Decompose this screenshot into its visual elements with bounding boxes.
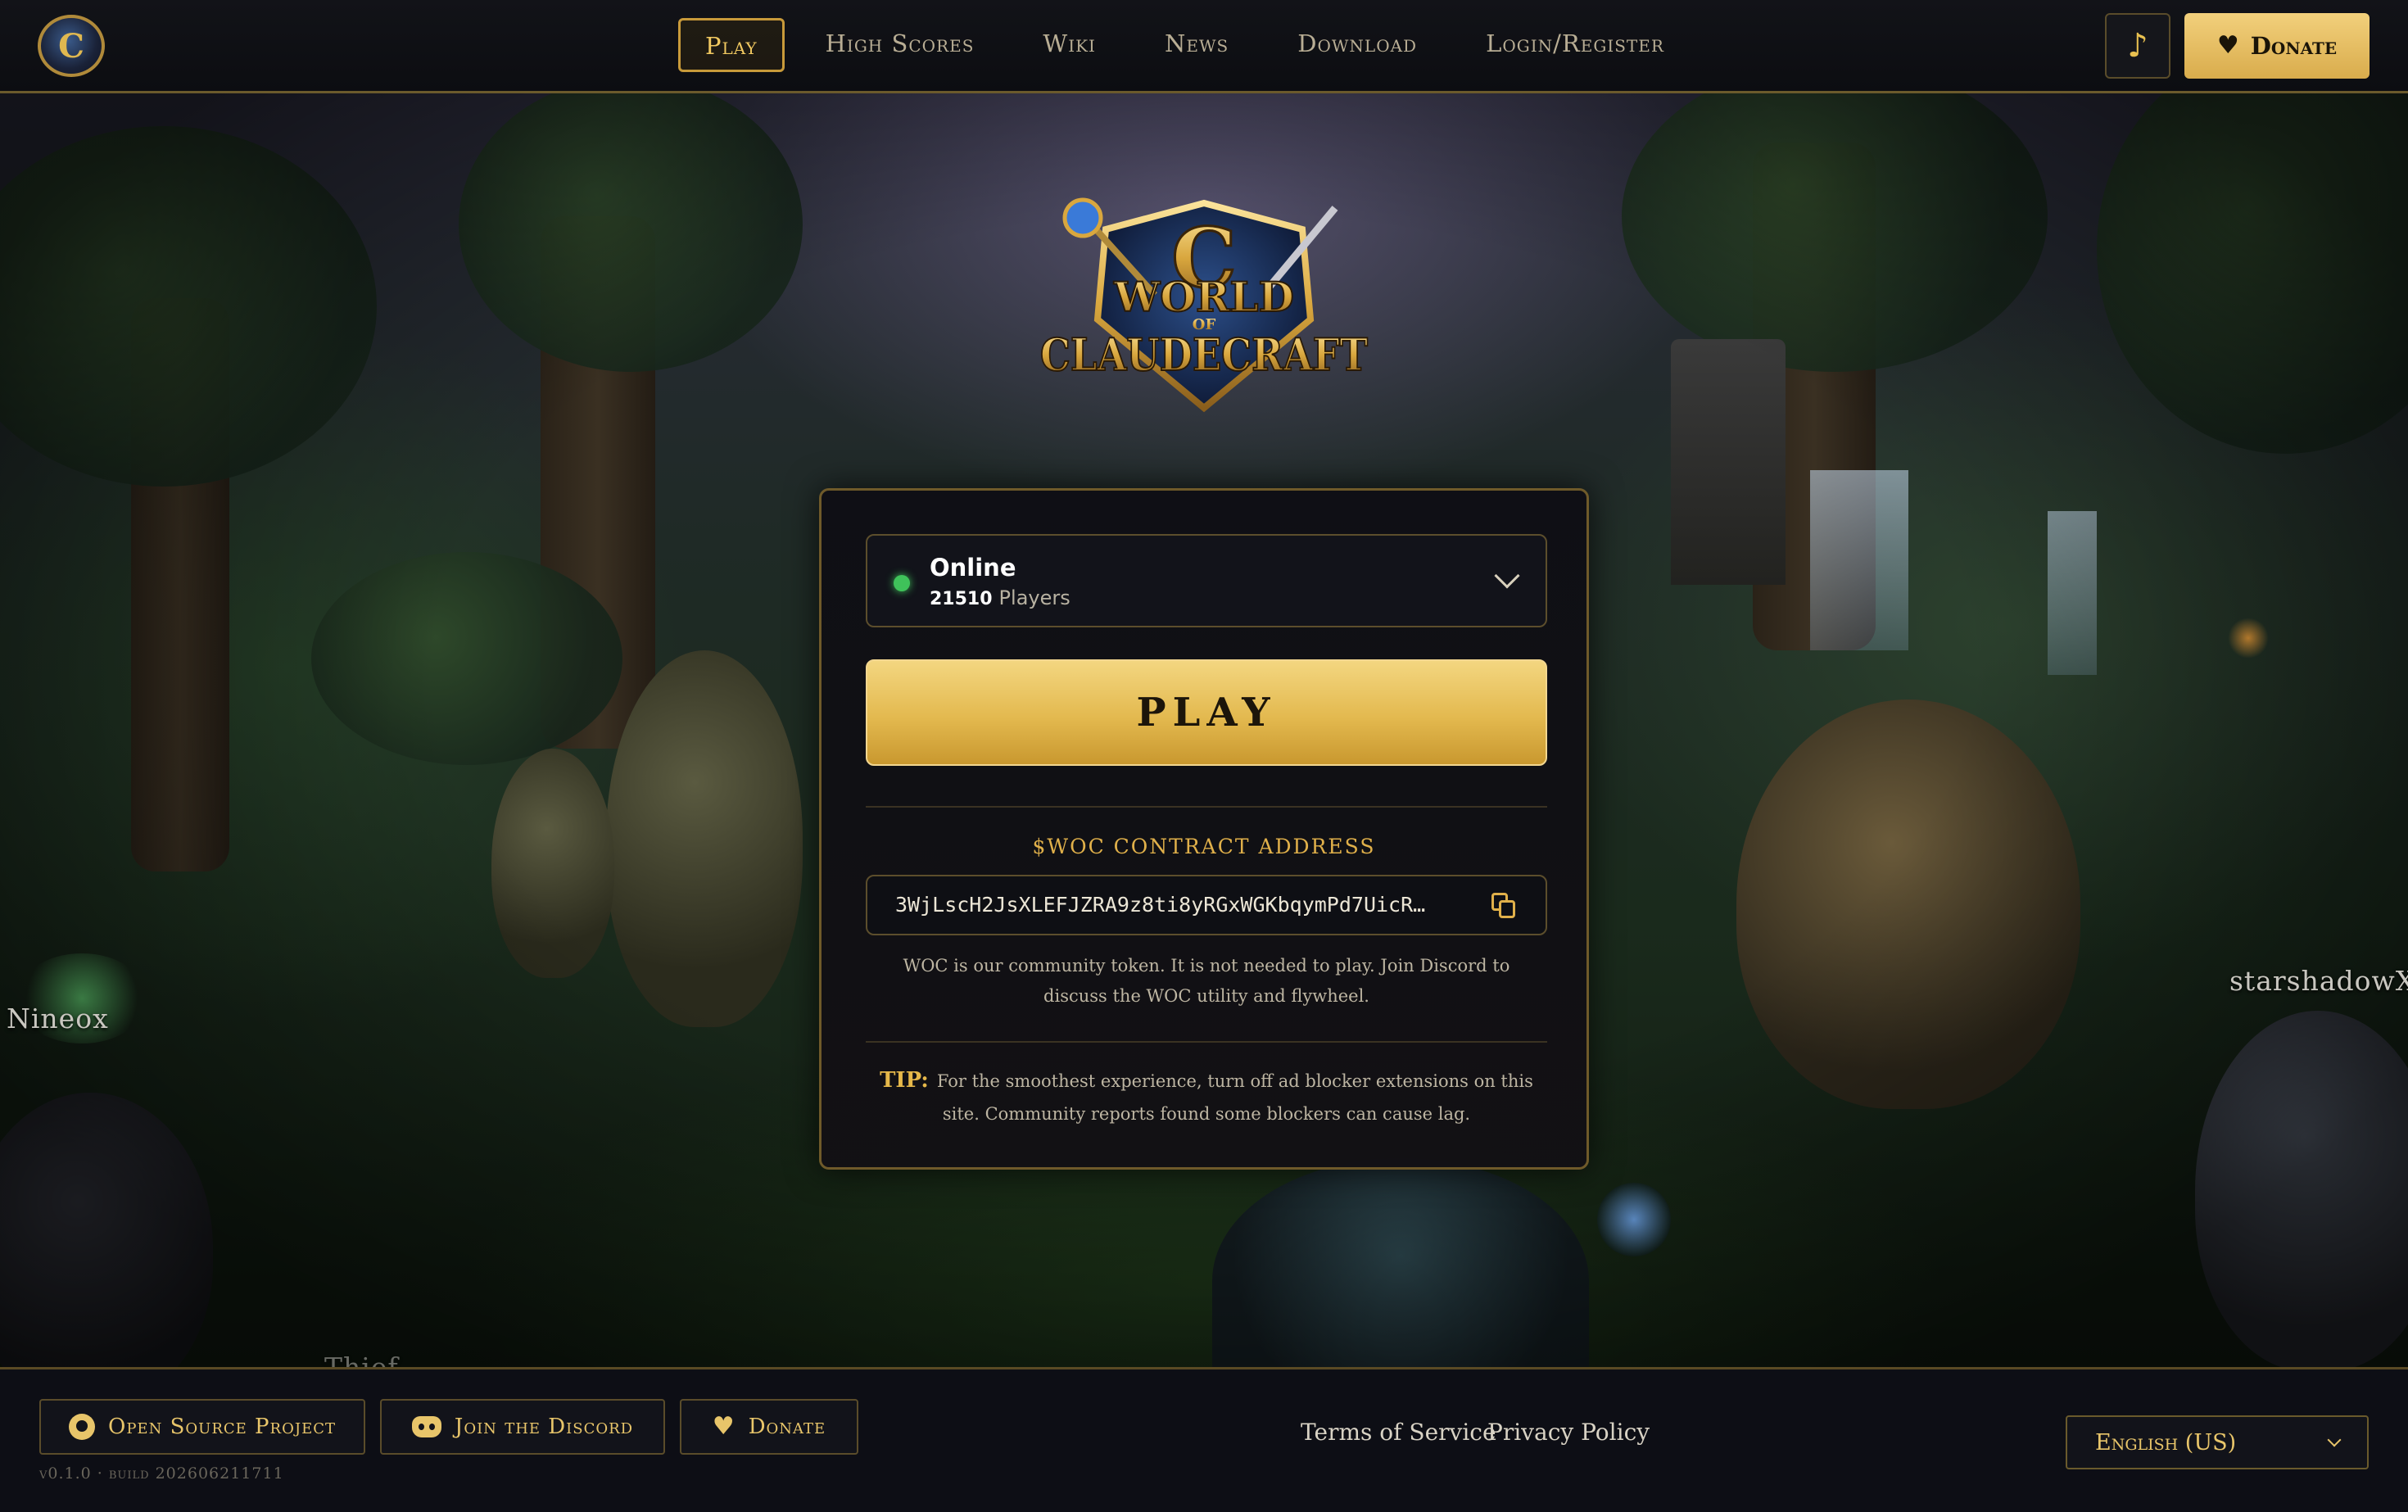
- music-toggle-button[interactable]: ♪: [2105, 13, 2170, 79]
- main-nav: Play High Scores Wiki News Download Logi…: [678, 18, 1733, 72]
- join-discord-button[interactable]: Join the Discord: [380, 1399, 665, 1455]
- contract-note: WOC is our community token. It is not ne…: [903, 956, 1510, 1006]
- divider: [866, 1041, 1547, 1043]
- divider: [866, 806, 1547, 808]
- server-status-label: Online: [930, 554, 1016, 582]
- server-select-dropdown[interactable]: Online 21510 Players: [866, 534, 1547, 627]
- chevron-down-icon: [1494, 563, 1520, 589]
- logo-emblem-letter: C: [58, 26, 84, 66]
- nav-high-scores[interactable]: High Scores: [826, 18, 975, 72]
- music-note-icon: ♪: [2127, 27, 2148, 65]
- player-name-tag: starshadowX: [2229, 965, 2408, 997]
- language-select[interactable]: English (US): [2066, 1415, 2369, 1469]
- player-count: 21510 Players: [930, 586, 1070, 609]
- logo-line-claudecraft: CLAUDECRAFT: [1040, 328, 1368, 381]
- contract-title: $WOC CONTRACT ADDRESS: [1032, 835, 1376, 858]
- logo-line-world: WORLD: [1113, 273, 1294, 321]
- online-status-dot-icon: [894, 575, 910, 591]
- nav-play[interactable]: Play: [678, 18, 785, 72]
- language-label: English (US): [2095, 1430, 2237, 1455]
- footer-donate-label: Donate: [748, 1415, 826, 1439]
- tip-message: TIP: For the smoothest experience, turn o…: [871, 1064, 1542, 1130]
- player-name-tag: Thief: [324, 1351, 399, 1367]
- nav-login-register[interactable]: Login/Register: [1486, 18, 1664, 72]
- top-navigation-bar: C Play High Scores Wiki News Download Lo…: [0, 0, 2408, 93]
- site-logo-icon[interactable]: C: [38, 15, 105, 77]
- nav-wiki[interactable]: Wiki: [1043, 18, 1096, 72]
- github-icon: [69, 1414, 95, 1440]
- contract-address-text: 3WjLscH2JsXLEFJZRA9z8ti8yRGxWGKbqymPd7Ui…: [895, 893, 1426, 917]
- donate-button[interactable]: ♥ Donate: [2184, 13, 2370, 79]
- contract-address-field[interactable]: 3WjLscH2JsXLEFJZRA9z8ti8yRGxWGKbqymPd7Ui…: [866, 875, 1547, 935]
- donate-label: Donate: [2250, 32, 2338, 60]
- terms-of-service-link[interactable]: Terms of Service: [1301, 1419, 1496, 1446]
- version-build-text: v0.1.0 · build 202606211711: [39, 1464, 284, 1483]
- player-count-number: 21510: [930, 589, 993, 609]
- privacy-policy-link[interactable]: Privacy Policy: [1487, 1419, 1650, 1446]
- tip-label: TIP:: [880, 1068, 929, 1093]
- player-name-tag: Nineox: [7, 1003, 109, 1034]
- join-discord-label: Join the Discord: [454, 1415, 634, 1439]
- players-label: Players: [998, 586, 1070, 609]
- discord-icon: [411, 1416, 441, 1437]
- chevron-down-icon: [2327, 1433, 2342, 1447]
- play-panel: Online 21510 Players PLAY $WOC CONTRACT A…: [819, 488, 1589, 1170]
- open-source-label: Open Source Project: [108, 1415, 336, 1439]
- nav-download[interactable]: Download: [1297, 18, 1417, 72]
- footer-donate-button[interactable]: ♥ Donate: [680, 1399, 858, 1455]
- heart-icon: ♥: [2216, 31, 2239, 60]
- play-button[interactable]: PLAY: [866, 659, 1547, 766]
- heart-icon: ♥: [712, 1412, 736, 1441]
- tip-text: For the smoothest experience, turn off a…: [936, 1071, 1533, 1124]
- nav-news[interactable]: News: [1165, 18, 1229, 72]
- open-source-project-button[interactable]: Open Source Project: [39, 1399, 365, 1455]
- world-of-claudecraft-logo: C WORLD OF CLAUDECRAFT: [1039, 197, 1369, 413]
- copy-icon[interactable]: [1491, 893, 1519, 921]
- footer: Open Source Project Join the Discord ♥ D…: [0, 1367, 2408, 1512]
